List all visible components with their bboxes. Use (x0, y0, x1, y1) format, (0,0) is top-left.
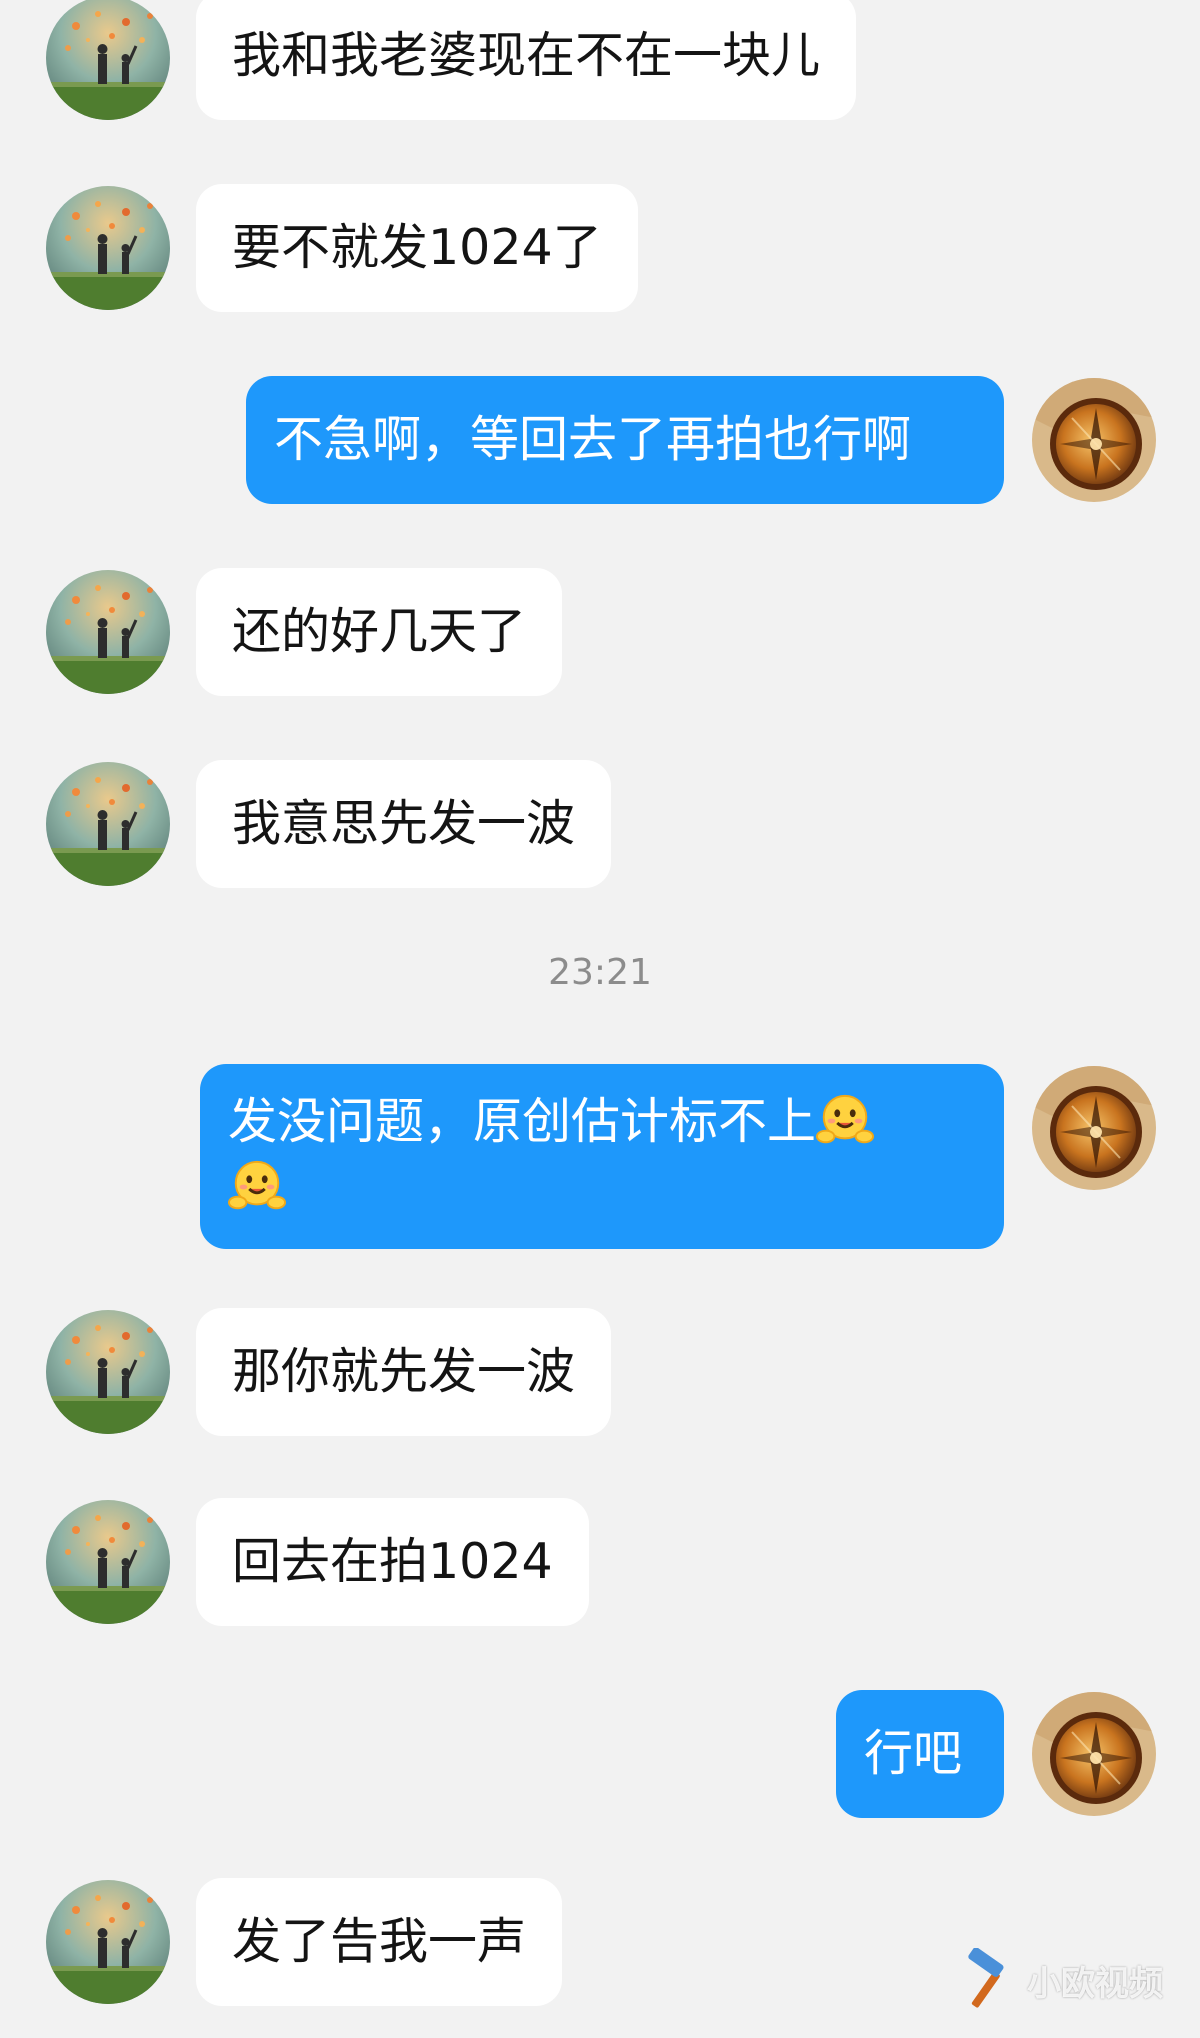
watermark: 小欧视频 (955, 1940, 1163, 2020)
message-bubble[interactable]: 我意思先发一波 (196, 760, 612, 888)
message-bubble[interactable]: 我和我老婆现在不在一块儿 (196, 0, 857, 120)
message-bubble[interactable]: 回去在拍1024 (196, 1498, 589, 1626)
watermark-text: 小欧视频 (1027, 1963, 1163, 2004)
message-bubble[interactable]: 要不就发1024了 (196, 184, 638, 312)
contact-avatar[interactable] (46, 1310, 170, 1434)
message-bubble[interactable]: 发了告我一声 (196, 1878, 563, 2006)
message-text: 我和我老婆现在不在一块儿 (232, 27, 821, 84)
message-text: 发没问题，原创估计标不上 (228, 1093, 817, 1150)
message-bubble[interactable]: 还的好几天了 (196, 568, 563, 696)
my-avatar[interactable] (1032, 1692, 1156, 1816)
timestamp: 23:21 (548, 952, 652, 993)
message-text: 我意思先发一波 (232, 795, 576, 852)
hammer-icon (968, 1948, 1004, 2008)
message-bubble[interactable]: 发没问题，原创估计标不上 (200, 1064, 1004, 1249)
smile-face-emoji-icon (816, 1092, 874, 1150)
message-text: 行吧 (864, 1725, 963, 1782)
contact-avatar[interactable] (46, 570, 170, 694)
contact-avatar[interactable] (46, 0, 170, 120)
contact-avatar[interactable] (46, 762, 170, 886)
contact-avatar[interactable] (46, 1500, 170, 1624)
message-text: 不急啊，等回去了再拍也行啊 (274, 411, 912, 468)
message-bubble[interactable]: 那你就先发一波 (196, 1308, 612, 1436)
message-text: 还的好几天了 (232, 603, 527, 660)
message-text: 那你就先发一波 (232, 1343, 576, 1400)
message-text: 发了告我一声 (232, 1913, 527, 1970)
my-avatar[interactable] (1032, 1066, 1156, 1190)
contact-avatar[interactable] (46, 186, 170, 310)
contact-avatar[interactable] (46, 1880, 170, 2004)
message-text: 要不就发1024了 (232, 219, 602, 276)
my-avatar[interactable] (1032, 378, 1156, 502)
message-text: 回去在拍1024 (232, 1533, 553, 1590)
message-bubble[interactable]: 行吧 (836, 1690, 1004, 1818)
message-bubble[interactable]: 不急啊，等回去了再拍也行啊 (246, 376, 1004, 504)
chat-thread: 我和我老婆现在不在一块儿 要不就发1024了 不急啊，等回去了再拍也行啊 还的好… (0, 0, 1200, 2038)
smile-face-emoji-icon (228, 1158, 286, 1216)
